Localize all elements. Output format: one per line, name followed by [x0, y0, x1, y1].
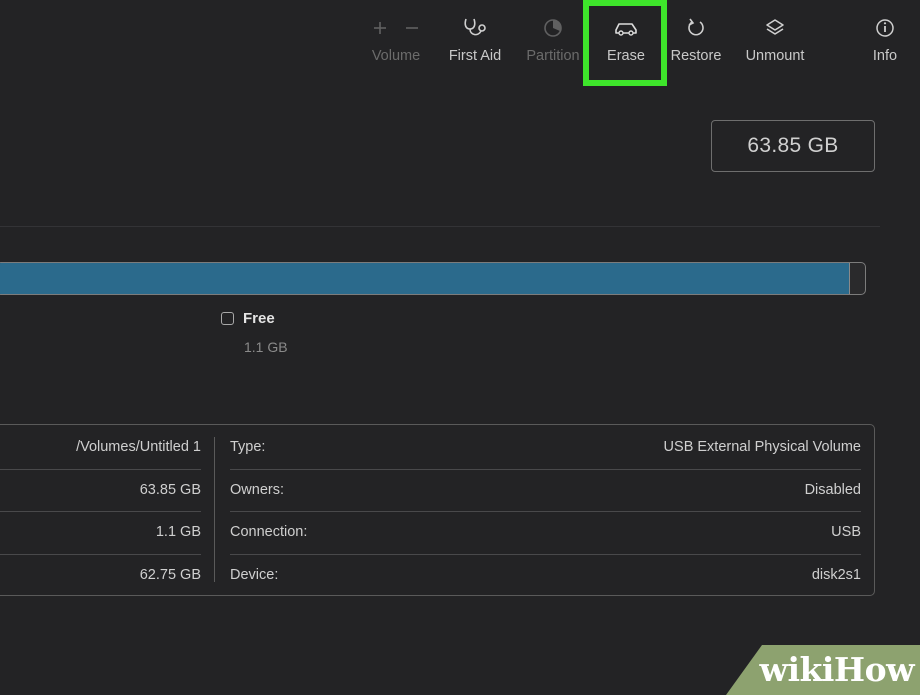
available-value: 1.1 GB: [155, 524, 201, 540]
info-icon: [876, 19, 894, 37]
left-row-available: 1.1 GB: [0, 511, 201, 553]
owners-value: Disabled: [804, 482, 861, 498]
free-swatch: [221, 312, 234, 325]
used-value: 62.75 GB: [139, 567, 201, 583]
connection-value: USB: [831, 524, 861, 540]
left-row-capacity: 63.85 GB: [0, 469, 201, 511]
usage-bar: [0, 262, 866, 295]
restore-label: Restore: [670, 48, 722, 64]
device-key: Device:: [230, 567, 279, 583]
legend-free: Free: [221, 310, 275, 327]
first-aid-button[interactable]: First Aid: [435, 14, 515, 70]
left-row-mount-point: /Volumes/Untitled 1: [0, 426, 201, 468]
partition-label: Partition: [526, 48, 580, 64]
right-row-connection: Connection: USB: [230, 511, 861, 553]
free-label: Free: [243, 310, 275, 327]
restore-arrow-icon: [688, 18, 704, 36]
usage-bar-used: [0, 263, 851, 294]
info-label: Info: [872, 48, 898, 64]
right-row-owners: Owners: Disabled: [230, 469, 861, 511]
unmount-button[interactable]: Unmount: [735, 14, 815, 70]
free-size: 1.1 GB: [244, 339, 288, 355]
right-row-device: Device: disk2s1: [230, 554, 861, 596]
usage-bar-free: [849, 263, 865, 294]
connection-key: Connection:: [230, 524, 308, 540]
type-value: USB External Physical Volume: [663, 439, 861, 455]
mount-point-value: /Volumes/Untitled 1: [76, 439, 201, 455]
unmount-layers-icon: [766, 19, 784, 35]
left-row-used: 62.75 GB: [0, 554, 201, 596]
capacity-display: 63.85 GB: [711, 120, 875, 172]
capacity-value: 63.85 GB: [139, 482, 201, 498]
unmount-label: Unmount: [745, 48, 805, 64]
plus-minus-icon: [374, 22, 418, 34]
right-row-type: Type: USB External Physical Volume: [230, 426, 861, 468]
stethoscope-icon: [464, 18, 486, 36]
info-button[interactable]: Info: [845, 14, 920, 70]
watermark-text: wikiHow: [759, 650, 915, 689]
partition-pie-icon: [544, 19, 562, 37]
volume-label: Volume: [371, 48, 421, 64]
panel-divider: [0, 226, 880, 227]
device-value: disk2s1: [811, 567, 861, 583]
type-key: Type:: [230, 439, 266, 455]
first-aid-label: First Aid: [448, 48, 502, 64]
restore-button[interactable]: Restore: [656, 14, 736, 70]
volume-button[interactable]: Volume: [356, 14, 436, 70]
owners-key: Owners:: [230, 482, 284, 498]
partition-button[interactable]: Partition: [513, 14, 593, 70]
wikihow-watermark: wikiHow: [726, 645, 920, 695]
column-divider: [214, 437, 215, 582]
erase-highlight-box: [583, 0, 667, 86]
